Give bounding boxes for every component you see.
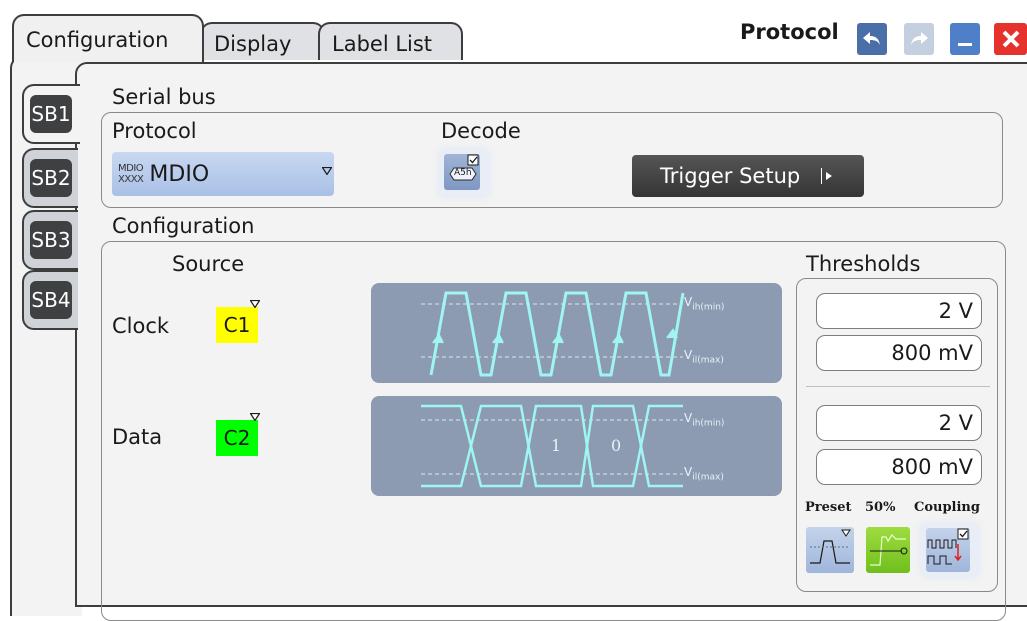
decode-toggle[interactable]: A5h bbox=[438, 148, 490, 198]
sb-tab-sb1[interactable]: SB1 bbox=[22, 84, 80, 144]
clock-vih-sub: ih(min) bbox=[692, 302, 725, 313]
clock-vil-label: Vil(max) bbox=[684, 348, 724, 365]
window-title: Protocol bbox=[740, 20, 839, 44]
data-vih-sub: ih(min) bbox=[692, 418, 725, 429]
serial-bus-title: Serial bus bbox=[112, 85, 216, 109]
clock-threshold-high-field[interactable]: 2 V bbox=[816, 293, 982, 329]
decode-icon-text: A5h bbox=[454, 168, 472, 178]
coupling-icon bbox=[926, 528, 970, 572]
clock-vil-text: V bbox=[684, 348, 693, 362]
chevron-down-icon bbox=[250, 413, 260, 421]
tab-display[interactable]: Display bbox=[200, 22, 325, 60]
preset-waveform-icon bbox=[810, 529, 851, 564]
decode-label: Decode bbox=[441, 119, 521, 143]
data-waveform: 1 0 Vih(min) Vil(max) bbox=[371, 396, 782, 496]
clock-threshold-low-field[interactable]: 800 mV bbox=[816, 335, 982, 371]
data-bit-0: 0 bbox=[611, 436, 622, 455]
sb4-label: SB4 bbox=[30, 281, 72, 319]
close-icon bbox=[1002, 30, 1019, 48]
preset-label: Preset bbox=[805, 500, 852, 515]
mdio-icon-line2: XXXX bbox=[118, 174, 144, 185]
trigger-setup-label: Trigger Setup bbox=[660, 164, 801, 188]
minimize-button[interactable] bbox=[950, 23, 980, 55]
tab-configuration[interactable]: Configuration bbox=[12, 14, 204, 62]
data-vil-text: V bbox=[684, 465, 693, 479]
sb3-label: SB3 bbox=[30, 221, 72, 259]
undo-button[interactable] bbox=[857, 23, 887, 55]
undo-icon bbox=[863, 32, 880, 45]
coupling-toggle[interactable] bbox=[920, 522, 980, 578]
data-vih-label: Vih(min) bbox=[684, 411, 724, 428]
tab-label-list[interactable]: Label List bbox=[318, 22, 463, 60]
minimize-icon bbox=[958, 43, 972, 46]
coupling-label: Coupling bbox=[914, 500, 980, 515]
mdio-icon: MDIO XXXX bbox=[118, 163, 144, 185]
data-label: Data bbox=[112, 425, 163, 449]
tab-configuration-label: Configuration bbox=[26, 28, 169, 52]
clock-source-value: C1 bbox=[223, 313, 251, 337]
sb2-label: SB2 bbox=[30, 159, 72, 197]
data-threshold-low-field[interactable]: 800 mV bbox=[816, 449, 982, 485]
play-arrow-icon bbox=[821, 168, 834, 184]
fifty-percent-icon bbox=[870, 534, 908, 566]
preset-button[interactable] bbox=[806, 527, 854, 573]
data-vil-sub: il(max) bbox=[692, 472, 724, 483]
redo-icon bbox=[911, 32, 928, 45]
sb-tab-sb4[interactable]: SB4 bbox=[22, 270, 78, 330]
data-threshold-high-field[interactable]: 2 V bbox=[816, 405, 982, 441]
protocol-select[interactable]: MDIO XXXX MDIO bbox=[112, 152, 334, 196]
clock-vil-sub: il(max) bbox=[692, 355, 724, 366]
data-vil-label: Vil(max) bbox=[684, 465, 724, 482]
protocol-label: Protocol bbox=[112, 119, 197, 143]
sb1-label: SB1 bbox=[30, 95, 72, 133]
chevron-down-icon bbox=[317, 156, 337, 176]
close-button[interactable] bbox=[994, 23, 1027, 55]
data-vih-text: V bbox=[684, 411, 693, 425]
data-bit-1: 1 bbox=[551, 436, 562, 455]
sb-tab-sb3[interactable]: SB3 bbox=[22, 210, 78, 270]
data-source-value: C2 bbox=[223, 426, 251, 450]
redo-button[interactable] bbox=[904, 23, 934, 55]
thresholds-title: Thresholds bbox=[806, 252, 921, 276]
decode-icon: A5h bbox=[444, 154, 480, 190]
trigger-setup-button[interactable]: Trigger Setup bbox=[632, 155, 864, 197]
protocol-value: MDIO bbox=[149, 161, 210, 187]
thresholds-divider bbox=[806, 386, 990, 387]
chevron-down-icon bbox=[250, 300, 260, 308]
fifty-percent-label: 50% bbox=[865, 500, 896, 515]
clock-vih-label: Vih(min) bbox=[684, 295, 724, 312]
tab-display-label: Display bbox=[214, 32, 292, 56]
configuration-title: Configuration bbox=[112, 214, 255, 238]
clock-vih-text: V bbox=[684, 295, 693, 309]
clock-source-select[interactable]: C1 bbox=[216, 300, 260, 343]
clock-label: Clock bbox=[112, 314, 170, 338]
fifty-percent-button[interactable] bbox=[866, 527, 910, 573]
data-source-select[interactable]: C2 bbox=[216, 413, 260, 456]
sb-tab-sb2[interactable]: SB2 bbox=[22, 148, 78, 208]
mdio-icon-line1: MDIO bbox=[118, 163, 144, 174]
tab-label-list-label: Label List bbox=[332, 32, 433, 56]
source-label: Source bbox=[172, 252, 245, 276]
clock-waveform: Vih(min) Vil(max) bbox=[371, 283, 782, 383]
